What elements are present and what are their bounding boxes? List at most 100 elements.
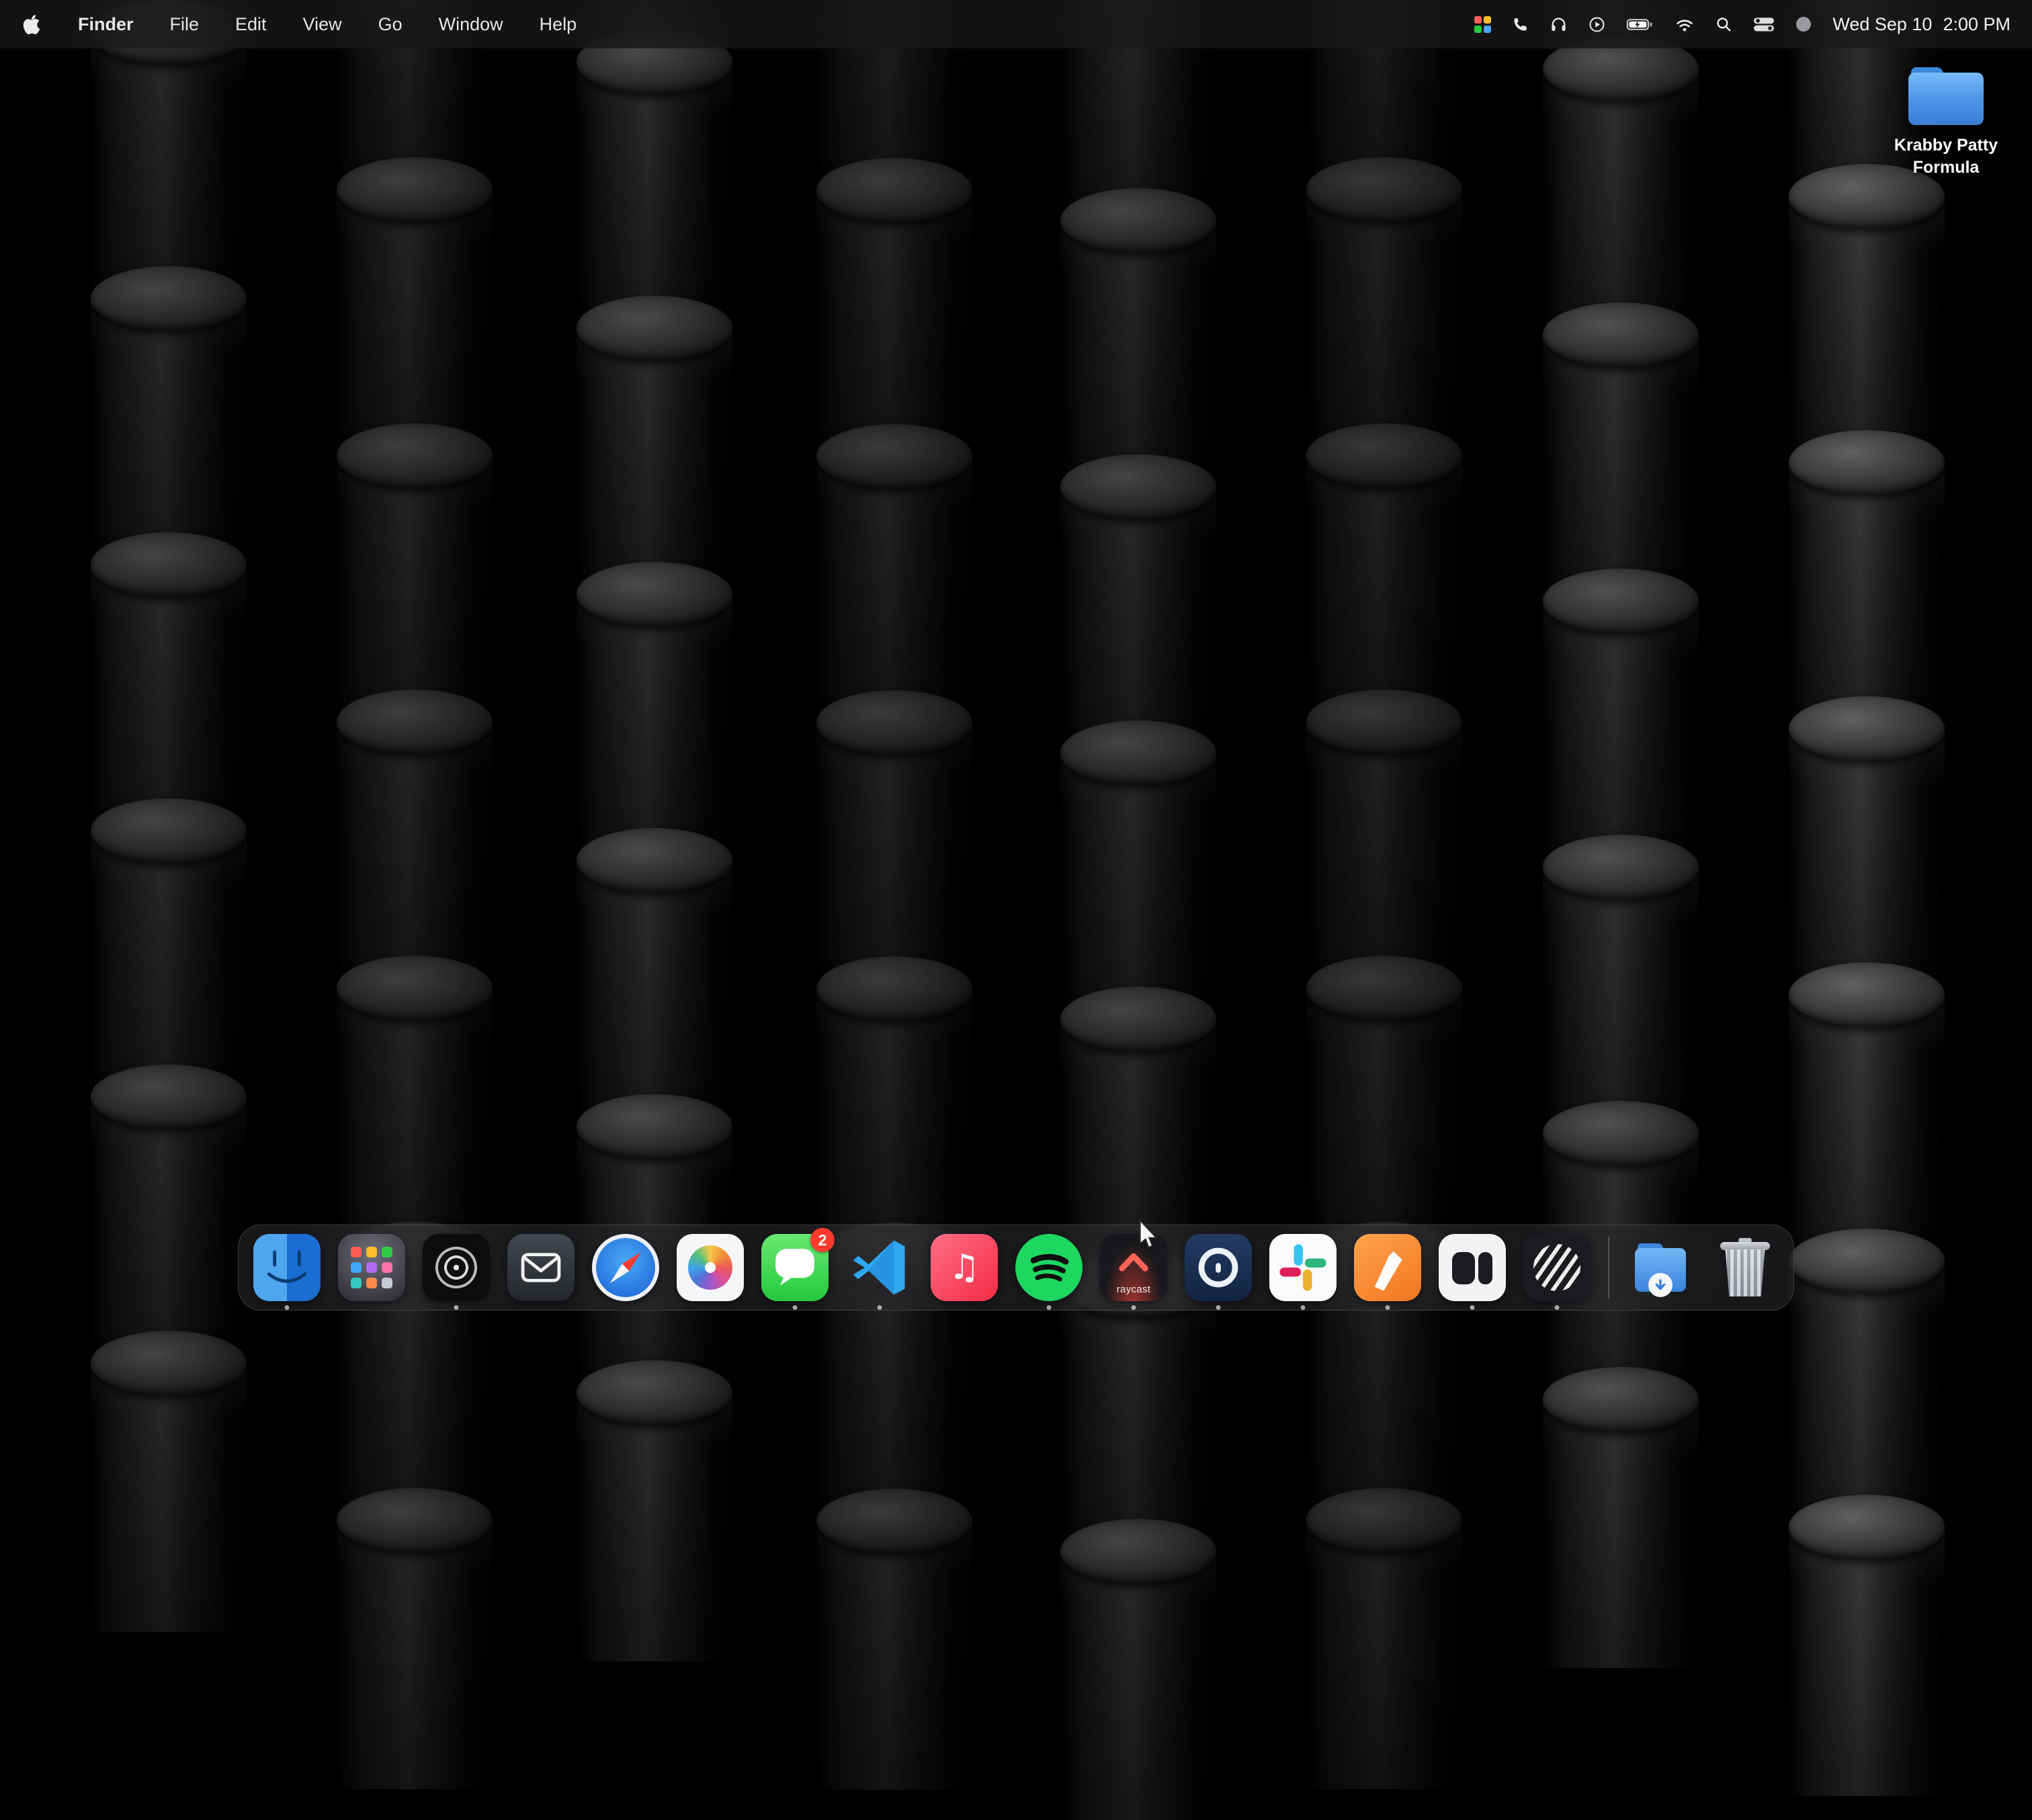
vscode-icon	[846, 1234, 913, 1301]
apple-logo-icon[interactable]	[22, 12, 42, 36]
wallpaper-cylinder-segment	[1789, 164, 1945, 430]
dock-photos[interactable]	[677, 1234, 744, 1301]
downloads-folder-icon	[1627, 1234, 1694, 1301]
wallpaper-cylinder-segment	[337, 423, 493, 690]
wallpaper-cylinder-segment	[1789, 696, 1945, 962]
menu-item-window[interactable]: Window	[439, 14, 503, 35]
headphones-icon[interactable]	[1550, 12, 1568, 36]
wallpaper-cylinder-segment	[1060, 1519, 1216, 1785]
wallpaper-cylinder-column-6	[1543, 0, 1699, 1320]
menu-item-help[interactable]: Help	[540, 14, 577, 35]
wallpaper-cylinder-segment	[816, 690, 972, 956]
wallpaper-cylinder-column-4	[1060, 0, 1216, 1320]
app-grid-icon[interactable]	[1474, 12, 1491, 36]
wallpaper-cylinder-segment	[577, 296, 732, 562]
window-shape-right	[1478, 1252, 1492, 1284]
wallpaper-cylinder-segment	[91, 798, 247, 1065]
dock-music[interactable]: ♫	[931, 1234, 998, 1301]
wallpaper-cylinder-segment	[577, 828, 732, 1094]
wallpaper-cylinder-segment	[577, 1360, 732, 1626]
folder-icon	[1908, 67, 1984, 125]
control-center-icon[interactable]	[1753, 12, 1775, 36]
dock: 2 ♫ raycast	[238, 1225, 1794, 1311]
spotify-icon	[1015, 1234, 1083, 1301]
menu-date: Wed Sep 10	[1832, 14, 1932, 35]
user-circle-icon[interactable]	[1795, 12, 1812, 36]
dock-rings-app[interactable]	[423, 1234, 490, 1301]
wallpaper-cylinder-column-1	[337, 0, 493, 1320]
pinwheel	[688, 1245, 732, 1290]
dock-pen-app[interactable]	[1354, 1234, 1421, 1301]
menu-bar-clock[interactable]: Wed Sep 10 2:00 PM	[1832, 14, 2010, 35]
menu-item-go[interactable]: Go	[378, 14, 403, 35]
dock-trash[interactable]	[1711, 1234, 1779, 1301]
desktop-wallpaper	[0, 0, 2032, 1320]
wallpaper-cylinder-segment	[1306, 157, 1462, 423]
rings-app-icon	[423, 1234, 490, 1301]
menu-bar-left: Finder File Edit View Go Window Help	[22, 12, 577, 36]
dock-safari[interactable]	[592, 1234, 659, 1301]
safari-compass-icon	[592, 1234, 659, 1301]
wallpaper-cylinder-segment	[816, 1489, 972, 1755]
dock-launchpad[interactable]	[338, 1234, 405, 1301]
folder-body	[1908, 73, 1984, 125]
wallpaper-cylinder-segment	[337, 690, 493, 956]
wallpaper-cylinder-segment	[1060, 188, 1216, 454]
window-app-icon	[1439, 1234, 1506, 1301]
window-shape-left	[1452, 1252, 1475, 1284]
menu-item-file[interactable]: File	[170, 14, 200, 35]
dock-vscode[interactable]	[846, 1234, 913, 1301]
wallpaper-cylinder-segment	[1789, 1495, 1945, 1761]
wallpaper-cylinder-segment	[1543, 1367, 1699, 1633]
wallpaper-cylinder-segment	[1789, 962, 1945, 1229]
slack-icon	[1269, 1234, 1337, 1301]
dock-downloads-folder[interactable]	[1627, 1234, 1694, 1301]
play-circle-icon[interactable]	[1588, 12, 1606, 36]
wallpaper-cylinder-column-2	[577, 0, 732, 1320]
dock-spotify[interactable]	[1015, 1234, 1083, 1301]
dock-mail[interactable]	[507, 1234, 575, 1301]
wallpaper-cylinder-segment	[91, 532, 247, 798]
wallpaper-cylinder-segment	[816, 424, 972, 690]
wallpaper-cylinder-segment	[91, 1331, 247, 1597]
dock-striped-ball-app[interactable]	[1523, 1234, 1591, 1301]
messages-badge: 2	[810, 1228, 835, 1252]
wallpaper-cylinder-segment	[577, 562, 732, 828]
menu-bar: Finder File Edit View Go Window Help	[0, 0, 2032, 48]
dock-1password[interactable]	[1185, 1234, 1252, 1301]
spotlight-search-icon[interactable]	[1715, 12, 1733, 36]
compass-needle	[606, 1248, 644, 1286]
trash-body	[1724, 1249, 1767, 1296]
dock-separator	[1608, 1237, 1609, 1298]
concentric-rings	[431, 1242, 482, 1293]
dock-window-app[interactable]	[1439, 1234, 1506, 1301]
wallpaper-cylinder-column-3	[816, 0, 972, 1320]
trash-rim	[1720, 1242, 1770, 1250]
battery-charging-icon[interactable]	[1626, 12, 1654, 36]
wallpaper-cylinder-segment	[1543, 36, 1699, 302]
menu-time: 2:00 PM	[1943, 14, 2010, 35]
dock-finder[interactable]	[253, 1234, 321, 1301]
mouse-cursor	[1137, 1220, 1160, 1253]
wallpaper-cylinder-segment	[1060, 720, 1216, 987]
desktop-folder-krabby-patty-formula[interactable]: Krabby Patty Formula	[1908, 67, 1984, 178]
wallpaper-cylinder-segment	[337, 1488, 493, 1754]
wallpaper-cylinder-column-0	[91, 0, 247, 1320]
menu-app-name[interactable]: Finder	[78, 14, 134, 35]
folder-label: Krabby Patty Formula	[1874, 134, 2018, 178]
wallpaper-cylinder-segment	[1060, 987, 1216, 1253]
menu-item-view[interactable]: View	[303, 14, 342, 35]
dock-slack[interactable]	[1269, 1234, 1337, 1301]
menu-bar-status-area: Wed Sep 10 2:00 PM	[1474, 12, 2010, 36]
phone-icon[interactable]	[1511, 12, 1529, 36]
wifi-icon[interactable]	[1675, 12, 1695, 36]
striped-ball-icon	[1523, 1234, 1591, 1301]
wallpaper-cylinder-segment	[1060, 454, 1216, 720]
menu-item-edit[interactable]: Edit	[235, 14, 267, 35]
wallpaper-cylinder-column-7	[1789, 0, 1945, 1320]
wallpaper-cylinder-segment	[1543, 569, 1699, 835]
photos-pinwheel-icon	[677, 1234, 744, 1301]
wallpaper-cylinder-segment	[816, 956, 972, 1223]
1password-icon	[1185, 1234, 1252, 1301]
dock-messages[interactable]: 2	[761, 1234, 829, 1301]
